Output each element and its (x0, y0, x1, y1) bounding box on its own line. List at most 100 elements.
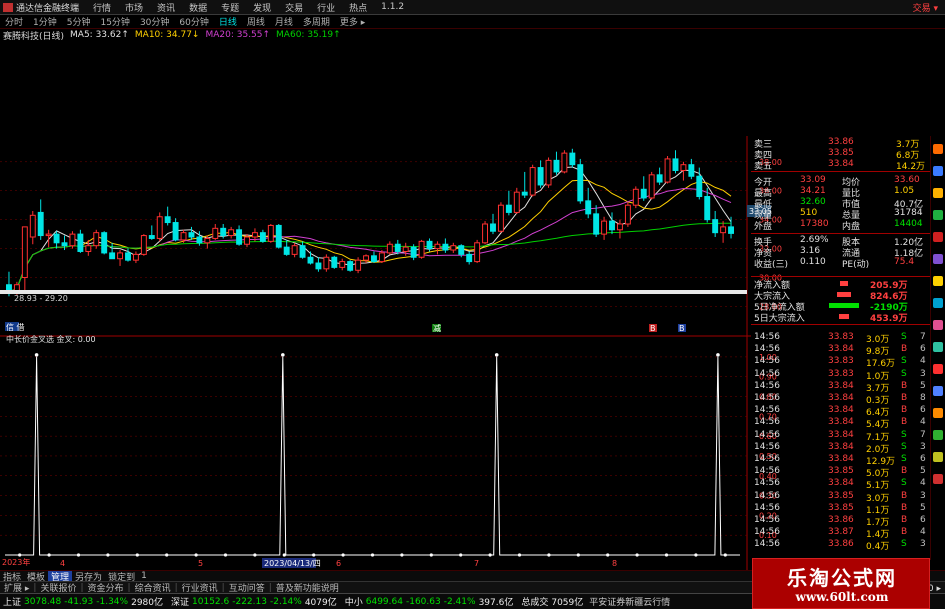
toolbar-icon-1[interactable] (933, 144, 943, 154)
stat-value-1: 3.16 (800, 246, 821, 256)
candle-body (696, 175, 703, 198)
tab-new-features[interactable]: 普及新功能说明 (272, 582, 343, 593)
stat-label-1: 收益(三) (754, 260, 789, 270)
baseline-dot (18, 553, 22, 557)
tab-suodingdao[interactable]: 锁定到 (105, 571, 138, 582)
toolbar-icon-16[interactable] (933, 474, 943, 484)
tick-volume: 0.3万 (866, 396, 890, 406)
stat-value-2: 31784 (894, 208, 923, 218)
tick-row: 14:56 33.85 5.0万 B 5 (754, 466, 928, 479)
index-shanghai-value: 3078.48 (24, 596, 62, 607)
candle-body (363, 255, 369, 261)
stat-row: 最高 34.21 量比 1.05 (754, 186, 928, 199)
stat-row: 现量 510 总量 31784 (754, 208, 928, 221)
candle-body (680, 164, 687, 171)
toolbar-icon-15[interactable] (933, 452, 943, 462)
flow-bar (839, 314, 849, 319)
tab-zhibiao[interactable]: 指标 (0, 571, 24, 582)
tick-price: 33.84 (828, 344, 854, 355)
candle-body (418, 240, 425, 258)
index-shanghai-pct: -1.34% (96, 596, 129, 607)
tab-guanli[interactable]: 管理 (48, 571, 73, 581)
index-zhongxiao-name[interactable]: 中小 (337, 595, 363, 608)
date-axis-year: 2023年 (2, 557, 30, 567)
tick-flag: B (901, 466, 908, 477)
index-zhongxiao-value: 6499.64 (365, 596, 403, 607)
tick-count: 6 (920, 344, 926, 355)
toolbar-icon-5[interactable] (933, 232, 943, 242)
candle-body (283, 246, 290, 255)
tick-time: 14:56 (754, 417, 780, 428)
toolbar-icon-10[interactable] (933, 342, 943, 352)
candle-body (426, 240, 433, 250)
quote-panel: 卖三 33.86 3.7万 卖四 33.85 6.8万 卖五 33.84 14.2万 今开 33.0… (751, 136, 930, 560)
baseline-dot (576, 553, 580, 557)
toolbar-icon-9[interactable] (933, 320, 943, 330)
candle-body (148, 235, 155, 239)
quote-divider-2 (751, 233, 930, 234)
stat-label-2: 内盘 (842, 222, 861, 232)
tick-time: 14:56 (754, 454, 780, 464)
candle-body (664, 158, 671, 183)
tick-volume: 5.4万 (866, 420, 890, 431)
index-shanghai-name[interactable]: 上证 (0, 595, 21, 608)
toolbar-icon-12[interactable] (933, 386, 943, 396)
tick-time: 14:56 (754, 527, 780, 538)
candle-body (307, 256, 314, 264)
toolbar-icon-3[interactable] (933, 188, 943, 198)
toolbar-icon-7[interactable] (933, 276, 943, 286)
tick-row: 14:56 33.86 0.4万 S 3 (754, 539, 928, 553)
tick-count: 4 (920, 417, 926, 428)
candle-body (442, 243, 449, 251)
candle-body (609, 220, 615, 231)
toolbar-icon-13[interactable] (933, 408, 943, 418)
stat-value-1: 0.110 (800, 257, 826, 267)
tick-row: 14:56 33.84 7.1万 S 7 (754, 430, 928, 443)
tick-count: 6 (920, 515, 926, 525)
tick-price: 33.84 (828, 478, 854, 489)
tick-time: 14:56 (754, 393, 780, 403)
toolbar-icon-14[interactable] (933, 430, 943, 440)
index-shenzhen-value: 10152.6 (192, 596, 230, 607)
candle-body (259, 232, 266, 242)
stat-row: 收益(三) 0.110 PE(动) 75.4 (754, 257, 928, 270)
tick-count: 8 (920, 393, 926, 403)
watermark-url: www.60lt.com (795, 590, 889, 604)
tab-lingcunwei[interactable]: 另存为 (72, 571, 105, 582)
candle-body (616, 223, 623, 231)
candle-body (640, 188, 647, 199)
tab-guanlianbaojia[interactable]: 关联报价 (36, 582, 80, 593)
candle-body (156, 216, 163, 239)
tab-moban[interactable]: 模板 (24, 571, 48, 582)
total-turnover-label: 总成交 (521, 598, 549, 608)
tab-hangyezixun[interactable]: 行业资讯 (178, 582, 222, 593)
candle-body (323, 256, 330, 270)
tab-kuozhan[interactable]: 扩展 ▸ (0, 582, 33, 593)
tab-zonghezixun[interactable]: 综合资讯 (131, 582, 175, 593)
tick-volume: 0.4万 (866, 542, 890, 553)
watermark-logo: 乐淘公式网 www.60lt.com (752, 558, 930, 609)
candle-body (275, 224, 282, 248)
tab-hudongwenda[interactable]: 互动问答 (225, 582, 269, 593)
candle-body (624, 204, 631, 225)
tick-price: 33.86 (828, 515, 854, 525)
flow-row: 5日净流入额 -2190万 (754, 300, 928, 313)
toolbar-icon-4[interactable] (933, 210, 943, 220)
baseline-dot (194, 553, 198, 557)
tick-price: 33.83 (828, 332, 854, 342)
toolbar-icon-11[interactable] (933, 364, 943, 374)
tick-row: 14:56 33.86 1.7万 B 6 (754, 515, 928, 528)
candle-body (140, 235, 147, 255)
toolbar-icon-2[interactable] (933, 166, 943, 176)
tick-volume: 17.6万 (866, 359, 896, 370)
candle-body (394, 243, 401, 252)
toolbar-icon-8[interactable] (933, 298, 943, 308)
index-shenzhen-name[interactable]: 深证 (163, 595, 189, 608)
toolbar-icon-6[interactable] (933, 254, 943, 264)
stat-value-2: 1.05 (894, 186, 915, 196)
range-highlight-bar (0, 290, 747, 294)
tab-number[interactable]: 1 (138, 571, 150, 581)
index-shanghai-change: -41.93 (64, 596, 94, 607)
tab-zijinfenbu[interactable]: 资金分布 (84, 582, 128, 593)
flow-row: 大宗流入 824.6万 (754, 289, 928, 302)
